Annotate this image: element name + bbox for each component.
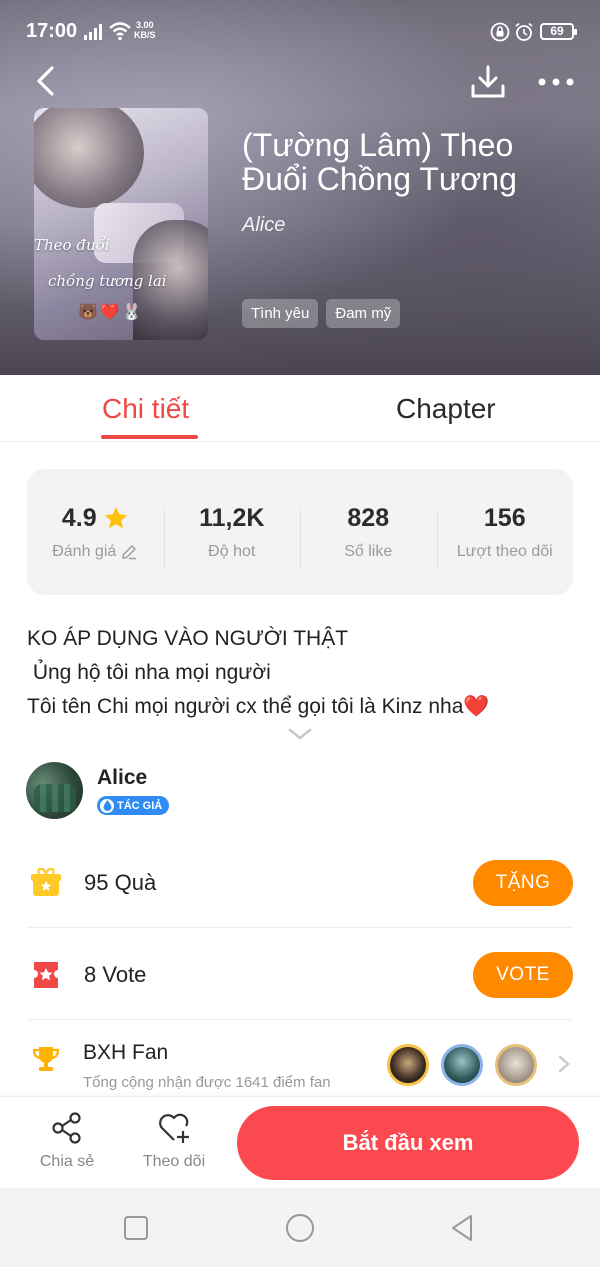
tab-details[interactable]: Chi tiết <box>102 393 189 425</box>
book-description: KO ÁP DỤNG VÀO NGƯỜI THẬT Ủng hộ tôi nha… <box>27 622 577 724</box>
more-options-icon[interactable] <box>536 70 576 94</box>
follow-button[interactable]: Theo dõi <box>134 1111 214 1171</box>
share-icon <box>52 1112 81 1144</box>
stat-hot: 11,2K Độ hot <box>163 503 301 566</box>
chevron-down-icon[interactable] <box>287 726 313 742</box>
stat-label: Đánh giá <box>52 542 117 560</box>
stats-card: 4.9 Đánh giá 11,2K Độ hot 828 Số like 15… <box>27 469 573 595</box>
battery-indicator: 69 <box>540 23 577 40</box>
description-line: Tôi tên Chi mọi người cx thể gọi tôi là … <box>27 695 490 718</box>
gift-count-unit: Quà <box>114 870 157 895</box>
cover-emoji: 🐻❤️🐰 <box>78 304 144 321</box>
vote-row: 8 Vote VOTE <box>27 950 573 1020</box>
fan-avatar <box>441 1044 483 1086</box>
stat-value: 156 <box>483 503 526 532</box>
stat-label: Lượt theo dõi <box>456 542 553 560</box>
back-triangle-icon[interactable] <box>446 1212 478 1244</box>
download-icon[interactable] <box>470 64 506 100</box>
gift-row: 95 Quà TẶNG <box>27 858 573 928</box>
status-time: 17:00 <box>26 20 78 42</box>
book-cover: Theo đuổi chồng tương lai 🐻❤️🐰 <box>34 108 208 340</box>
stat-label: Số like <box>344 542 393 560</box>
vote-ticket-icon <box>34 962 58 988</box>
gift-count-value: 95 <box>84 870 109 895</box>
heart-plus-icon <box>159 1113 189 1143</box>
gift-icon <box>31 868 61 896</box>
stat-value: 828 <box>347 503 390 532</box>
tab-chapter[interactable]: Chapter <box>396 393 496 425</box>
speed-value: 3.00 <box>135 20 154 30</box>
fan-ranking-title: BXH Fan <box>83 1041 169 1064</box>
share-button[interactable]: Chia sẻ <box>27 1111 107 1171</box>
system-nav-bar <box>0 1188 600 1267</box>
fan-avatar <box>387 1044 429 1086</box>
cover-text: Theo đuổi <box>34 236 110 254</box>
book-header: 17:00 3.00 KB/S 69 Theo đuổi chồng tương… <box>0 0 600 375</box>
vote-count-unit: Vote <box>102 962 147 987</box>
speed-unit: KB/S <box>134 30 156 40</box>
cover-figure <box>34 108 144 208</box>
rating-value: 4.9 <box>61 503 97 532</box>
cover-text: chồng tương lai <box>48 272 167 290</box>
description-line: KO ÁP DỤNG VÀO NGƯỜI THẬT <box>27 627 349 650</box>
author-badge-label: TÁC GIẢ <box>117 799 163 812</box>
stat-label: Độ hot <box>208 542 256 560</box>
vote-count: 8 Vote <box>84 962 146 988</box>
stat-rating[interactable]: 4.9 Đánh giá <box>27 504 164 561</box>
genre-tags: Tình yêu Đam mỹ <box>242 299 401 328</box>
back-arrow-icon[interactable] <box>30 64 64 98</box>
author-badge: TÁC GIẢ <box>97 796 170 815</box>
signal-icon <box>84 24 102 40</box>
vote-count-value: 8 <box>84 962 97 987</box>
book-title: (Tường Lâm) Theo Đuổi Chồng Tương <box>242 127 517 197</box>
detail-tabs: Chi tiết Chapter <box>0 375 600 442</box>
top-fans[interactable] <box>387 1044 547 1088</box>
network-speed: 3.00 KB/S <box>134 20 156 40</box>
gift-count: 95 Quà <box>84 870 156 896</box>
lock-icon <box>490 22 510 42</box>
stat-value: 11,2K <box>199 503 265 532</box>
book-author[interactable]: Alice <box>242 214 285 237</box>
star-icon <box>104 506 127 529</box>
home-icon[interactable] <box>284 1212 316 1244</box>
follow-label: Theo dõi <box>142 1153 206 1170</box>
status-bar: 17:00 3.00 KB/S 69 <box>0 0 600 62</box>
start-reading-button[interactable]: Bắt đầu xem <box>237 1106 579 1180</box>
author-avatar[interactable] <box>26 762 83 819</box>
stat-likes: 828 Số like <box>300 503 437 566</box>
recent-apps-icon[interactable] <box>120 1212 152 1244</box>
fan-avatar <box>495 1044 537 1086</box>
droplet-icon <box>100 798 114 813</box>
genre-tag[interactable]: Tình yêu <box>242 299 319 328</box>
wifi-icon <box>109 22 131 41</box>
give-gift-button[interactable]: TẶNG <box>473 860 573 906</box>
fan-ranking-row[interactable]: BXH Fan Tổng cộng nhận được 1641 điểm fa… <box>27 1036 573 1096</box>
alarm-icon <box>515 22 533 41</box>
stat-followers: 156 Lượt theo dõi <box>436 503 574 566</box>
bottom-action-bar: Chia sẻ Theo dõi Bắt đầu xem <box>0 1096 600 1188</box>
author-name[interactable]: Alice <box>97 766 147 790</box>
vote-button[interactable]: VOTE <box>473 952 573 998</box>
edit-pencil-icon[interactable] <box>120 543 138 561</box>
active-tab-indicator <box>101 435 198 439</box>
trophy-icon <box>32 1047 60 1071</box>
fan-ranking-subtitle: Tổng cộng nhận được 1641 điểm fan <box>83 1074 331 1091</box>
description-line: Ủng hộ tôi nha mọi người <box>27 661 271 684</box>
share-label: Chia sẻ <box>39 1153 95 1170</box>
chevron-right-icon[interactable] <box>557 1054 571 1074</box>
genre-tag[interactable]: Đam mỹ <box>326 299 401 328</box>
